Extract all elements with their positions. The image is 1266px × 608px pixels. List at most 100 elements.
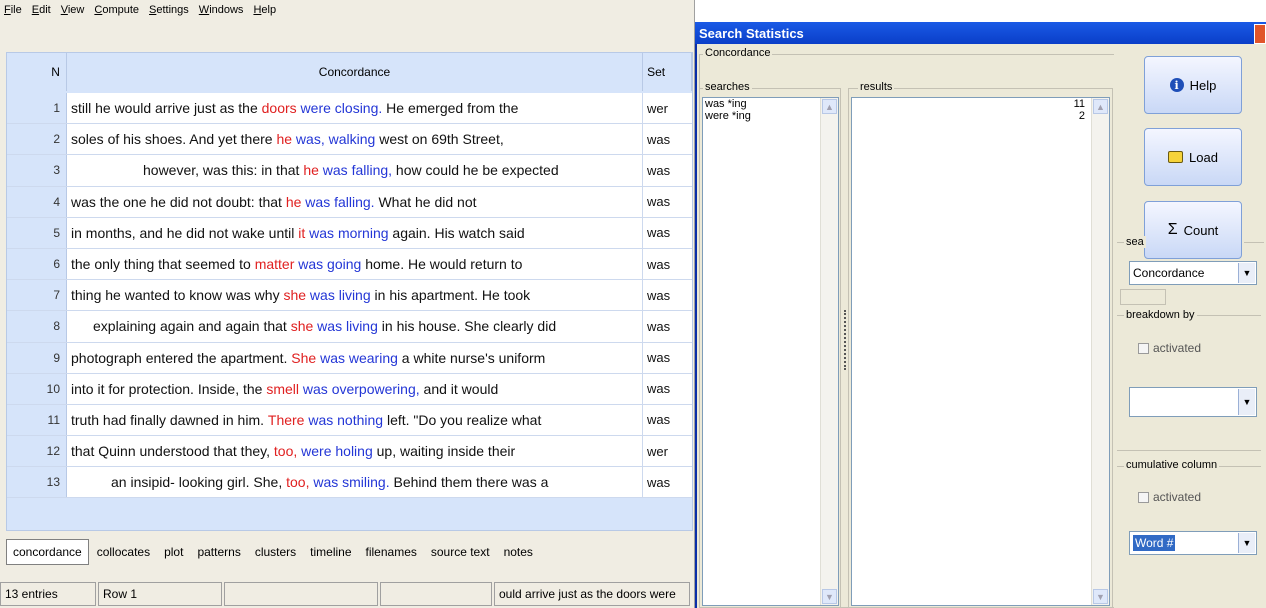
tab-plot[interactable]: plot (158, 545, 189, 559)
set-cell[interactable]: was (643, 186, 692, 217)
checkbox-icon[interactable] (1138, 491, 1149, 503)
row-number[interactable]: 9 (7, 342, 67, 373)
table-row[interactable]: 11 truth had finally dawned in him. There… (7, 404, 692, 437)
concordance-line[interactable]: into it for protection. Inside, the smel… (67, 373, 643, 404)
concordance-line[interactable]: thing he wanted to know was why she was … (67, 280, 643, 311)
menu-item-edit[interactable]: Edit (32, 4, 51, 16)
set-cell[interactable]: was (643, 311, 692, 342)
list-item[interactable]: was *ing (703, 98, 838, 110)
search-type-select[interactable]: Concordance ▼ (1129, 261, 1257, 285)
set-cell[interactable]: was (643, 280, 692, 311)
column-header-set[interactable]: Set (643, 53, 692, 91)
context-text: up, waiting inside their (372, 443, 516, 460)
table-row[interactable]: 3 however, was this: in that he was falli… (7, 155, 692, 187)
set-cell[interactable]: was (643, 373, 692, 404)
concordance-line[interactable]: the only thing that seemed to matter was… (67, 248, 643, 280)
set-cell[interactable]: was (643, 124, 692, 155)
set-cell[interactable]: was (643, 248, 692, 280)
menu-item-view[interactable]: View (61, 4, 85, 16)
small-splitter[interactable] (1120, 289, 1166, 305)
row-number[interactable]: 5 (7, 217, 67, 248)
list-item[interactable]: 2 (852, 110, 1085, 122)
row-number[interactable]: 6 (7, 248, 67, 280)
menu-item-windows[interactable]: Windows (199, 4, 244, 16)
help-button[interactable]: i Help (1144, 56, 1242, 114)
table-row[interactable]: 4 was the one he did not doubt: that he w… (7, 186, 692, 218)
set-cell[interactable]: was (643, 155, 692, 186)
list-item[interactable]: were *ing (703, 110, 838, 122)
column-header-concordance[interactable]: Concordance (67, 53, 644, 91)
table-row[interactable]: 9 photograph entered the apartment. She w… (7, 342, 692, 374)
tab-collocates[interactable]: collocates (91, 545, 156, 559)
scroll-down-icon[interactable]: ▼ (822, 589, 837, 604)
menu-item-help[interactable]: Help (253, 4, 276, 16)
row-number[interactable]: 7 (7, 280, 67, 311)
set-cell[interactable]: was (643, 467, 692, 498)
concordance-line[interactable]: however, was this: in that he was fallin… (67, 155, 643, 186)
concordance-line[interactable]: an insipid- looking girl. She, too, was … (67, 467, 643, 498)
concordance-line[interactable]: explaining again and again that she was … (67, 311, 643, 342)
row-number[interactable]: 2 (7, 124, 67, 155)
menu-item-file[interactable]: File (4, 4, 22, 16)
concordance-line[interactable]: photograph entered the apartment. She wa… (67, 342, 643, 373)
chevron-down-icon[interactable]: ▼ (1238, 533, 1255, 553)
set-cell[interactable]: was (643, 342, 692, 373)
list-item[interactable]: 11 (852, 98, 1085, 110)
tab-patterns[interactable]: patterns (191, 545, 246, 559)
row-number[interactable]: 11 (7, 404, 67, 436)
results-scrollbar[interactable]: ▲ ▼ (1091, 98, 1109, 605)
cumulative-select[interactable]: Word # ▼ (1129, 531, 1257, 555)
close-icon[interactable] (1254, 24, 1266, 44)
set-cell[interactable]: wer (643, 436, 692, 467)
tab-filenames[interactable]: filenames (360, 545, 423, 559)
set-cell[interactable]: was (643, 217, 692, 248)
table-row[interactable]: 7 thing he wanted to know was why she was… (7, 280, 692, 312)
searches-scrollbar[interactable]: ▲ ▼ (820, 98, 838, 605)
table-row[interactable]: 2 soles of his shoes. And yet there he wa… (7, 124, 692, 156)
set-cell[interactable]: was (643, 404, 692, 436)
count-button[interactable]: Σ Count (1144, 201, 1242, 259)
row-number[interactable]: 10 (7, 373, 67, 404)
tab-concordance[interactable]: concordance (6, 539, 89, 565)
row-number[interactable]: 3 (7, 155, 67, 186)
concordance-line[interactable]: still he would arrive just as the doors … (67, 93, 643, 124)
scroll-up-icon[interactable]: ▲ (822, 99, 837, 114)
row-number[interactable]: 1 (7, 93, 67, 124)
scroll-up-icon[interactable]: ▲ (1093, 99, 1108, 114)
breakdown-select[interactable]: ▼ (1129, 387, 1257, 417)
results-list[interactable]: 11 2 ▲ ▼ (851, 97, 1110, 606)
table-row[interactable]: 10 into it for protection. Inside, the sm… (7, 373, 692, 405)
tab-source-text[interactable]: source text (425, 545, 496, 559)
row-number[interactable]: 12 (7, 436, 67, 467)
menu-item-settings[interactable]: Settings (149, 4, 189, 16)
concordance-line[interactable]: that Quinn understood that they, too, we… (67, 436, 643, 467)
table-row[interactable]: 8 explaining again and again that she was… (7, 311, 692, 343)
dialog-titlebar[interactable]: Search Statistics (695, 22, 1266, 44)
concordance-line[interactable]: truth had finally dawned in him. There w… (67, 404, 643, 436)
checkbox-icon[interactable] (1138, 342, 1149, 354)
concordance-line[interactable]: in months, and he did not wake until it … (67, 217, 643, 248)
table-row[interactable]: 12 that Quinn understood that they, too, … (7, 436, 692, 468)
chevron-down-icon[interactable]: ▼ (1238, 263, 1255, 283)
table-row[interactable]: 5 in months, and he did not wake until it… (7, 217, 692, 249)
menu-item-compute[interactable]: Compute (94, 4, 139, 16)
breakdown-activated-checkbox[interactable]: activated (1138, 341, 1201, 355)
row-number[interactable]: 13 (7, 467, 67, 498)
chevron-down-icon[interactable]: ▼ (1238, 389, 1255, 415)
row-number[interactable]: 8 (7, 311, 67, 342)
concordance-line[interactable]: was the one he did not doubt: that he wa… (67, 186, 643, 217)
searches-list[interactable]: was *ing were *ing ▲ ▼ (702, 97, 839, 606)
tab-clusters[interactable]: clusters (249, 545, 302, 559)
table-row[interactable]: 6 the only thing that seemed to matter wa… (7, 248, 692, 281)
row-number[interactable]: 4 (7, 186, 67, 217)
concordance-line[interactable]: soles of his shoes. And yet there he was… (67, 124, 643, 155)
column-header-n[interactable]: N (7, 53, 67, 91)
tab-timeline[interactable]: timeline (304, 545, 357, 559)
load-button[interactable]: Load (1144, 128, 1242, 186)
tab-notes[interactable]: notes (498, 545, 539, 559)
set-cell[interactable]: wer (643, 93, 692, 124)
table-row[interactable]: 1 still he would arrive just as the doors… (7, 93, 692, 125)
scroll-down-icon[interactable]: ▼ (1093, 589, 1108, 604)
table-row[interactable]: 13 an insipid- looking girl. She, too, wa… (7, 467, 692, 499)
cumulative-activated-checkbox[interactable]: activated (1138, 490, 1201, 504)
